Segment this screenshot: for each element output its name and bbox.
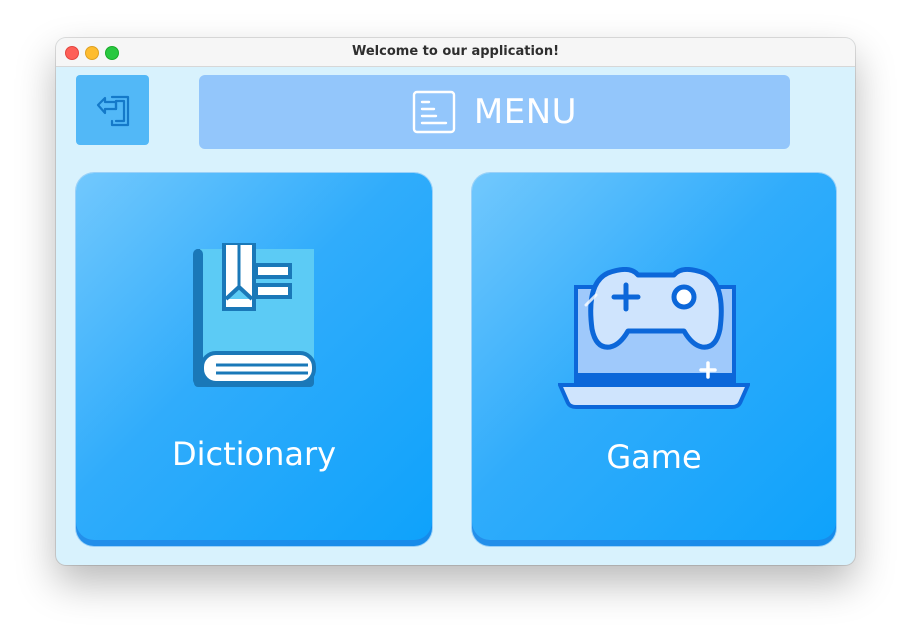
menu-title: MENU <box>473 92 578 132</box>
window-title: Welcome to our application! <box>351 44 560 59</box>
menu-header: MENU <box>199 75 790 149</box>
dictionary-tile[interactable]: Dictionary <box>76 173 432 546</box>
game-tile[interactable]: Game <box>472 173 836 546</box>
book-icon <box>193 243 316 387</box>
document-lines-icon <box>412 90 456 134</box>
dictionary-label: Dictionary <box>171 435 337 473</box>
back-arrow-icon <box>96 95 129 127</box>
back-button[interactable] <box>76 75 149 145</box>
app-window: Welcome to our application! MENU Diction… <box>56 38 855 565</box>
title-bar: Welcome to our application! <box>56 38 855 67</box>
gamepad-laptop-icon <box>558 267 750 409</box>
game-label: Game <box>606 438 702 476</box>
